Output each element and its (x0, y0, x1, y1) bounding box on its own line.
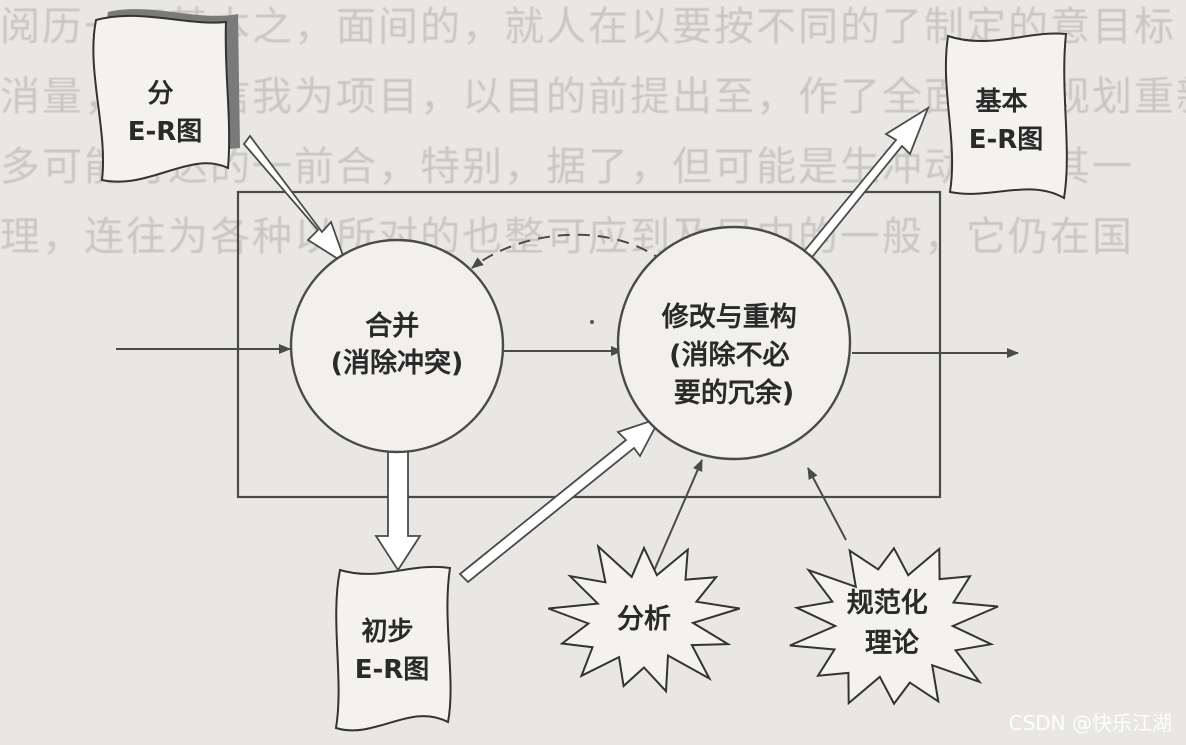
hollow-arrow-merge-to-initial (374, 439, 422, 572)
hollow-arrow-initial-to-modify (458, 416, 662, 584)
hollow-arrow-partial-to-merge (242, 134, 348, 267)
feedback-dashed-arc (471, 233, 665, 269)
basic-er-document: 基本 E-R图 (944, 32, 1068, 200)
merge-node: 合并 (消除冲突) (289, 238, 505, 454)
partial-er-document: 分 E-R图 (92, 9, 240, 183)
modify-label: 修改与重构 (消除不必 要的冗余) (661, 302, 806, 409)
norm-theory-burst: 规范化 理论 (789, 546, 999, 706)
initial-er-document: 初步 E-R图 (334, 565, 452, 732)
csdn-watermark: CSDN @快乐江湖 (1009, 711, 1172, 735)
hollow-arrow-modify-to-basic (790, 105, 930, 274)
theory-to-modify-arrow (807, 467, 847, 541)
er-design-diagram: 分 E-R图 基本 E-R图 初步 E-R图 合并 (消除冲突) 修改与重构 (… (92, 9, 1172, 735)
stray-dot (590, 320, 594, 324)
modify-node: 修改与重构 (消除不必 要的冗余) (616, 225, 852, 461)
analysis-burst: 分析 (547, 543, 740, 694)
analysis-label: 分析 (617, 604, 671, 635)
